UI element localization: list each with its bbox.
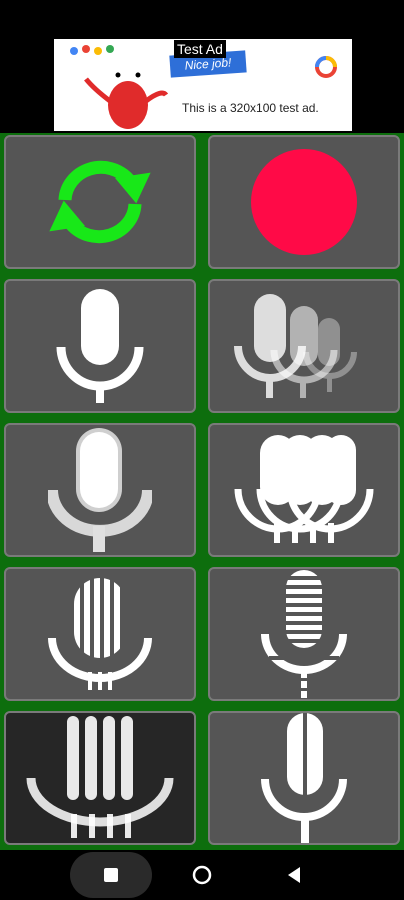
ad-body-text: This is a 320x100 test ad.	[182, 101, 319, 115]
ad-label: Test Ad	[174, 40, 226, 58]
mic-normal-button[interactable]	[4, 279, 196, 413]
back-icon	[288, 867, 300, 883]
microphone-split-icon	[261, 713, 347, 843]
mic-multi-button[interactable]	[208, 423, 400, 557]
microphone-3d-icon	[48, 428, 152, 552]
microphone-blur-icon	[26, 716, 174, 838]
record-button[interactable]	[208, 135, 400, 269]
system-nav-bar	[0, 850, 404, 900]
mic-3d-button[interactable]	[4, 423, 196, 557]
microphone-horizontal-stripes-icon	[261, 570, 347, 698]
home-button[interactable]	[186, 850, 218, 900]
microphone-multi-icon	[234, 435, 374, 543]
home-icon	[192, 865, 212, 885]
microphone-icon	[56, 289, 144, 403]
back-button[interactable]	[278, 850, 310, 900]
refresh-icon	[49, 160, 151, 244]
recents-icon	[104, 868, 118, 882]
microphone-vertical-stripes-icon	[48, 578, 152, 690]
mic-blur-button[interactable]	[4, 711, 196, 845]
effects-grid	[0, 133, 404, 850]
recents-button[interactable]	[70, 850, 152, 900]
mic-split-button[interactable]	[208, 711, 400, 845]
mic-echo-button[interactable]	[208, 279, 400, 413]
mic-vertical-stripes-button[interactable]	[4, 567, 196, 701]
mic-horizontal-stripes-button[interactable]	[208, 567, 400, 701]
recents-highlight	[70, 852, 152, 898]
record-icon	[251, 149, 357, 255]
microphone-echo-icon	[234, 294, 357, 398]
refresh-button[interactable]	[4, 135, 196, 269]
